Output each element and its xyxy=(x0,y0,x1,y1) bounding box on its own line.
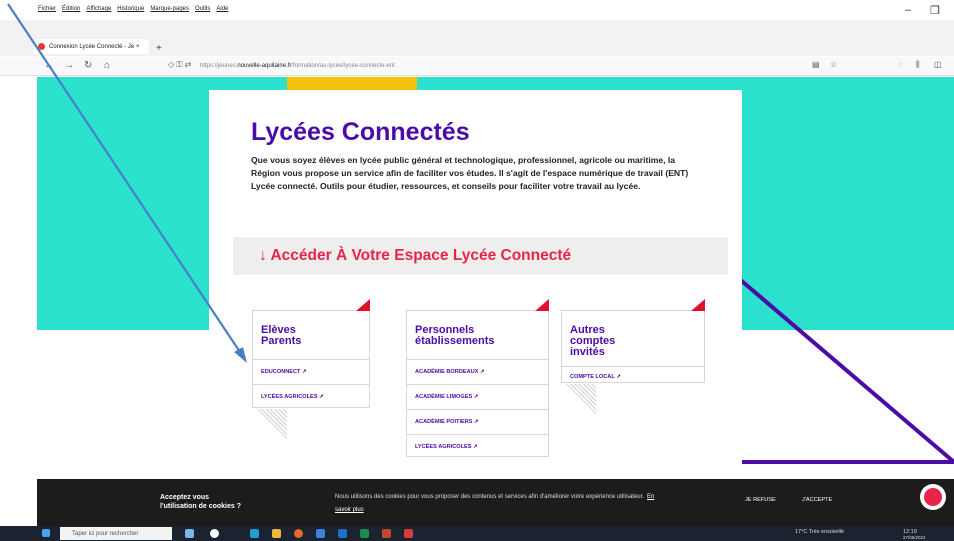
excel-icon[interactable] xyxy=(360,529,369,538)
intro-text: Que vous soyez élèves en lycée public gé… xyxy=(251,155,689,191)
bookmark-star-icon[interactable]: ☆ xyxy=(830,60,837,69)
red-corner-decoration xyxy=(535,299,549,311)
link-academie-poitiers[interactable]: ACADÉMIE POITIERS ↗ xyxy=(415,419,479,425)
menu-edition[interactable]: Édition xyxy=(62,6,80,12)
explorer-icon[interactable] xyxy=(272,529,281,538)
tab-title: Connexion Lycée Connecté - Je × xyxy=(49,43,140,50)
firefox-icon[interactable] xyxy=(294,529,303,538)
autres-comptes-box: Autres comptes invités COMPTE LOCAL ↗ xyxy=(561,299,705,414)
red-corner-decoration xyxy=(356,299,370,311)
reader-icon[interactable]: ▤ xyxy=(812,60,820,69)
link-lycees-agricoles-2[interactable]: LYCÉES AGRICOLES ↗ xyxy=(415,444,478,450)
box-title: Elèves Parents xyxy=(261,324,302,347)
separator xyxy=(407,359,548,360)
edge-icon[interactable] xyxy=(250,529,259,538)
tab-connexion[interactable]: Connexion Lycée Connecté - Je × xyxy=(34,39,149,54)
minimize-icon[interactable]: – xyxy=(905,4,911,16)
cta-banner[interactable]: ↓ Accéder À Votre Espace Lycée Connecté xyxy=(233,237,728,275)
shield-icon: ◇ ⚿ ⇄ xyxy=(168,60,192,69)
separator xyxy=(562,366,704,367)
cookie-title: Acceptez vous l'utilisation de cookies ? xyxy=(160,494,242,510)
acrobat-icon[interactable] xyxy=(404,529,413,538)
url-path: /formation/au-lycee/lycee-connecte-ent xyxy=(291,63,395,69)
forward-icon[interactable]: → xyxy=(64,60,74,71)
outlook-icon[interactable] xyxy=(316,529,325,538)
cookie-banner: Acceptez vous l'utilisation de cookies ? … xyxy=(37,479,954,526)
menu-outils[interactable]: Outils xyxy=(195,6,210,12)
windows-start-icon[interactable] xyxy=(42,529,50,537)
menu-historique[interactable]: Historique xyxy=(117,6,144,12)
box-title: Personnels établissements xyxy=(415,324,495,347)
menu-fichier[interactable]: Fichier xyxy=(38,6,56,12)
link-compte-local[interactable]: COMPTE LOCAL ↗ xyxy=(570,374,621,380)
sidebar-icon[interactable]: ◫ xyxy=(934,60,942,69)
restore-icon[interactable]: ❐ xyxy=(930,4,940,17)
url-bar[interactable]: https://jeunes. nouvelle-aquitaine.fr/for… xyxy=(200,59,860,73)
cta-link[interactable]: ↓ Accéder À Votre Espace Lycée Connecté xyxy=(259,247,571,265)
task-view-icon[interactable] xyxy=(210,529,219,538)
page-content: Lycées Connectés Que vous soyez élèves e… xyxy=(37,77,954,479)
cookie-refuse-button[interactable]: JE REFUSE xyxy=(745,497,776,503)
cookie-accept-button[interactable]: J'ACCEPTE xyxy=(802,497,832,503)
site-favicon-icon xyxy=(38,43,45,50)
separator xyxy=(407,434,548,435)
library-icon[interactable]: ⫼ xyxy=(916,60,920,70)
menu-affichage[interactable]: Affichage xyxy=(86,6,111,12)
link-academie-limoges[interactable]: ACADÉMIE LIMOGES ↗ xyxy=(415,394,478,400)
separator xyxy=(253,384,369,385)
taskbar-search[interactable]: Taper ici pour rechercher xyxy=(60,527,172,540)
menu-items: Fichier Édition Affichage Historique Mar… xyxy=(38,6,228,12)
url-host: nouvelle-aquitaine.fr xyxy=(237,63,292,69)
hatch-decoration xyxy=(566,384,596,414)
taskbar: Taper ici pour rechercher 17°C Très enso… xyxy=(0,526,954,541)
new-tab-icon[interactable]: + xyxy=(156,43,162,54)
link-educonnect[interactable]: EDUCONNECT ↗ xyxy=(261,369,307,375)
word-icon[interactable] xyxy=(338,529,347,538)
separator xyxy=(407,409,548,410)
menu-marque-pages[interactable]: Marque-pages xyxy=(150,6,189,12)
menu-aide[interactable]: Aide xyxy=(216,6,228,12)
widgets-icon[interactable] xyxy=(185,529,194,538)
red-corner-decoration xyxy=(691,299,705,311)
personnels-box: Personnels établissements ACADÉMIE BORDEA… xyxy=(406,299,549,457)
cookie-text: Nous utilisons des cookies pour vous pro… xyxy=(335,494,655,513)
link-academie-bordeaux[interactable]: ACADÉMIE BORDEAUX ↗ xyxy=(415,369,485,375)
region-logo-icon[interactable] xyxy=(920,484,946,510)
hatch-decoration xyxy=(257,409,287,439)
clock-date: 27/06/2022 xyxy=(903,535,926,540)
link-lycees-agricoles[interactable]: LYCÉES AGRICOLES ↗ xyxy=(261,394,324,400)
back-icon[interactable]: ← xyxy=(44,60,54,71)
separator xyxy=(253,359,369,360)
tab-bar: Connexion Lycée Connecté - Je × + xyxy=(0,20,954,56)
separator xyxy=(407,384,548,385)
pocket-icon[interactable]: ◌ xyxy=(898,60,903,69)
navigation-bar: ← → ↻ ⌂ ◇ ⚿ ⇄ https://jeunes. nouvelle-aq… xyxy=(0,57,954,76)
page-title: Lycées Connectés xyxy=(251,118,470,146)
powerpoint-icon[interactable] xyxy=(382,529,391,538)
menu-bar: Fichier Édition Affichage Historique Mar… xyxy=(0,0,954,20)
url-prefix: https://jeunes. xyxy=(200,63,238,69)
box-title: Autres comptes invités xyxy=(570,324,616,358)
reload-icon[interactable]: ↻ xyxy=(84,60,92,71)
main-card: Lycées Connectés Que vous soyez élèves e… xyxy=(209,90,742,479)
weather-text[interactable]: 17°C Très ensoleillé xyxy=(795,529,844,535)
eleves-parents-box: Elèves Parents EDUCONNECT ↗ LYCÉES AGRICO… xyxy=(252,299,370,439)
home-icon[interactable]: ⌂ xyxy=(104,60,110,71)
